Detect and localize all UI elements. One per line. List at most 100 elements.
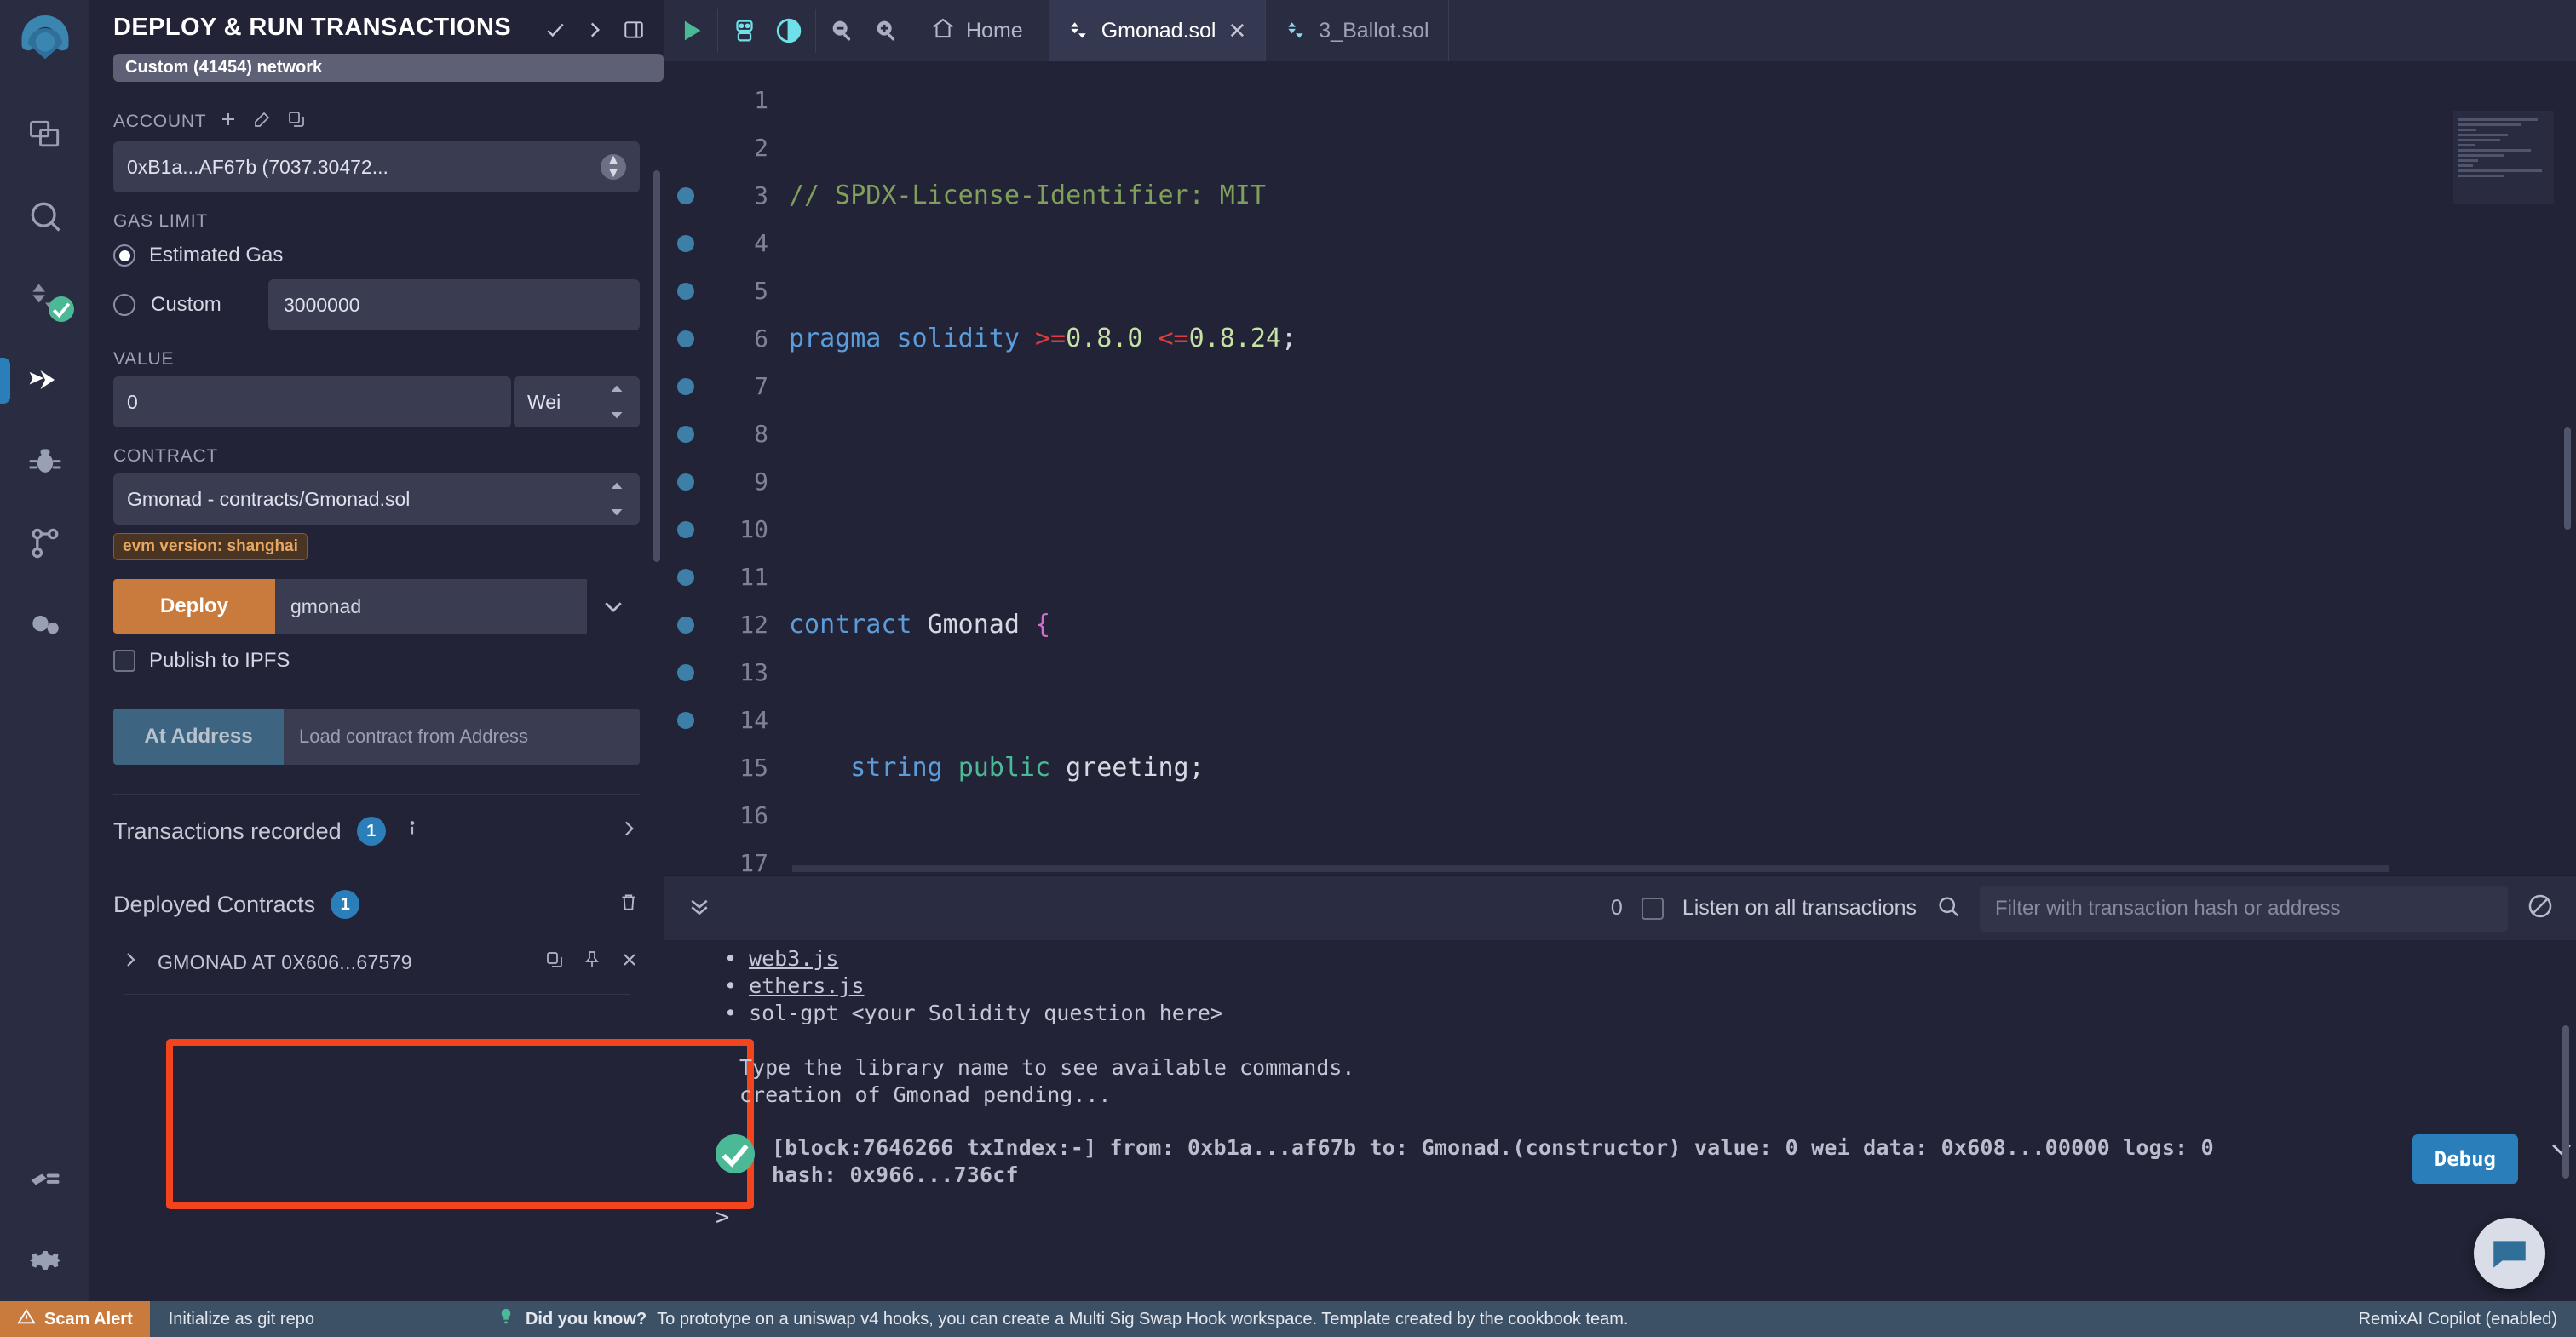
sidebar-item-git[interactable] (0, 502, 89, 584)
robot-copilot-icon[interactable] (730, 16, 759, 45)
deploy-expand-chevron-down-icon[interactable] (587, 579, 640, 634)
gutter-dot[interactable] (677, 712, 694, 729)
line-number: 12 (707, 601, 768, 649)
gutter-dot[interactable] (677, 378, 694, 395)
toggle-switch-icon[interactable] (774, 16, 803, 45)
custom-gas-label: Custom (151, 293, 253, 317)
zoom-in-icon[interactable] (872, 16, 901, 45)
account-dropdown-icon[interactable]: ▲.▼ (601, 154, 626, 180)
line-number: 7 (707, 363, 768, 410)
deployed-contracts-header[interactable]: Deployed Contracts 1 (89, 868, 664, 941)
gutter-dot[interactable] (677, 569, 694, 586)
zoom-out-icon[interactable] (828, 16, 857, 45)
account-select[interactable]: 0xB1a...AF67b (7037.30472... ▲.▼ (113, 141, 640, 192)
copy-address-icon[interactable] (544, 950, 565, 975)
close-icon[interactable] (619, 950, 640, 975)
panel-header-actions (544, 14, 645, 45)
info-icon[interactable] (401, 818, 423, 846)
search-icon[interactable] (1935, 893, 1961, 923)
code-editor[interactable]: 1 2 3 4 5 6 7 8 9 10 11 12 13 14 15 16 1 (664, 61, 2576, 875)
publish-ipfs-checkbox[interactable] (113, 650, 135, 672)
trash-icon[interactable] (618, 891, 640, 919)
editor-vertical-scrollbar[interactable] (2564, 427, 2571, 530)
sidebar-item-solidity-compiler[interactable] (0, 257, 89, 339)
panel-scrollbar[interactable] (653, 170, 660, 562)
transaction-details: [block:7646266 txIndex:-] from: 0xb1a...… (772, 1134, 2395, 1189)
transactions-expand-chevron-right-icon[interactable] (618, 818, 640, 846)
contract-value: Gmonad - contracts/Gmonad.sol (127, 488, 410, 511)
line-number: 13 (707, 649, 768, 697)
gutter-dot[interactable] (677, 330, 694, 347)
expand-chevron-right-icon[interactable] (120, 950, 141, 975)
deploy-constructor-input[interactable]: gmonad (275, 579, 587, 634)
sidebar-item-debugger[interactable] (0, 421, 89, 502)
gutter-dot[interactable] (677, 473, 694, 491)
tab-gmonad-sol[interactable]: Gmonad.sol ✕ (1049, 0, 1267, 61)
gutter-dot[interactable] (677, 664, 694, 681)
value-input[interactable]: 0 (113, 376, 511, 427)
no-entry-icon[interactable] (2527, 892, 2554, 924)
home-tab[interactable]: Home (917, 15, 1037, 47)
sidebar-item-file-explorer[interactable] (0, 94, 89, 175)
deployed-contract-separator (124, 994, 630, 995)
sidebar-item-search[interactable] (0, 175, 89, 257)
copy-icon[interactable] (286, 109, 307, 135)
transaction-expand-chevron-down-icon[interactable] (2547, 1134, 2576, 1170)
terminal-link-web3[interactable]: web3.js (749, 946, 838, 971)
gutter-dot[interactable] (677, 283, 694, 300)
sidebar-item-plugin-plug[interactable] (0, 1138, 89, 1219)
chevron-double-down-icon[interactable] (687, 893, 712, 923)
editor-horizontal-scrollbar[interactable] (792, 865, 2389, 872)
play-run-icon[interactable] (676, 16, 705, 45)
sidebar-item-deploy-run-transactions[interactable] (0, 339, 89, 421)
terminal-count: 0 (1611, 896, 1623, 921)
gutter-dot[interactable] (677, 235, 694, 252)
gutter-dot[interactable] (677, 617, 694, 634)
sidebar-item-settings[interactable] (0, 1219, 89, 1301)
activity-bar (0, 0, 89, 1301)
terminal-prompt[interactable]: > (664, 1189, 2576, 1231)
terminal-output[interactable]: web3.js ethers.js sol-gpt <your Solidity… (664, 940, 2576, 1301)
custom-gas-radio[interactable] (113, 294, 135, 316)
transactions-recorded-section[interactable]: Transactions recorded 1 (89, 795, 664, 868)
transaction-filter-input[interactable]: Filter with transaction hash or address (1980, 886, 2508, 932)
contract-select[interactable]: Gmonad - contracts/Gmonad.sol (113, 473, 640, 525)
value-unit-chevrons-icon (607, 382, 626, 422)
pin-icon[interactable] (582, 950, 602, 975)
terminal-link-ethers[interactable]: ethers.js (749, 973, 864, 998)
chat-bubble-icon[interactable] (2474, 1218, 2545, 1289)
transaction-line-1: [block:7646266 txIndex:-] from: 0xb1a...… (772, 1134, 2395, 1162)
terminal-line: creation of Gmonad pending... (664, 1082, 2576, 1109)
scam-alert-badge[interactable]: Scam Alert (0, 1301, 150, 1337)
listen-all-transactions-checkbox[interactable] (1642, 898, 1664, 920)
git-init-button[interactable]: Initialize as git repo (150, 1310, 333, 1329)
deploy-button[interactable]: Deploy (113, 579, 275, 634)
sidebar-item-plugin-manager[interactable] (0, 584, 89, 666)
publish-ipfs-row[interactable]: Publish to IPFS (113, 649, 640, 673)
tab-close-icon[interactable]: ✕ (1228, 18, 1246, 44)
solidity-file-icon (1067, 20, 1090, 42)
chevron-right-icon[interactable] (584, 19, 606, 45)
debug-button[interactable]: Debug (2412, 1134, 2518, 1184)
tab-3-ballot-sol[interactable]: 3_Ballot.sol (1266, 0, 1448, 61)
gutter-dot[interactable] (677, 187, 694, 204)
check-icon[interactable] (544, 19, 566, 45)
value-unit-select[interactable]: Wei (514, 376, 640, 427)
breakpoint-gutter[interactable] (664, 61, 707, 875)
at-address-button[interactable]: At Address (113, 709, 284, 765)
at-address-input[interactable]: Load contract from Address (284, 709, 640, 765)
deployed-contract-item[interactable]: GMONAD AT 0X606...67579 (89, 941, 664, 975)
plus-icon[interactable] (218, 109, 239, 135)
editor-minimap[interactable] (2453, 111, 2554, 204)
estimated-gas-radio-row[interactable]: Estimated Gas (113, 244, 640, 267)
gutter-dot[interactable] (677, 521, 694, 538)
layout-panel-icon[interactable] (623, 19, 645, 45)
code-content[interactable]: // SPDX-License-Identifier: MIT pragma s… (768, 61, 2576, 875)
gutter-dot[interactable] (677, 426, 694, 443)
terminal-scrollbar[interactable] (2562, 1025, 2569, 1179)
transaction-log-row[interactable]: [block:7646266 txIndex:-] from: 0xb1a...… (664, 1109, 2576, 1189)
custom-gas-input[interactable]: 3000000 (268, 279, 640, 330)
copilot-status: RemixAI Copilot (enabled) (2359, 1310, 2576, 1329)
edit-pencil-icon[interactable] (252, 109, 273, 135)
estimated-gas-radio[interactable] (113, 244, 135, 267)
